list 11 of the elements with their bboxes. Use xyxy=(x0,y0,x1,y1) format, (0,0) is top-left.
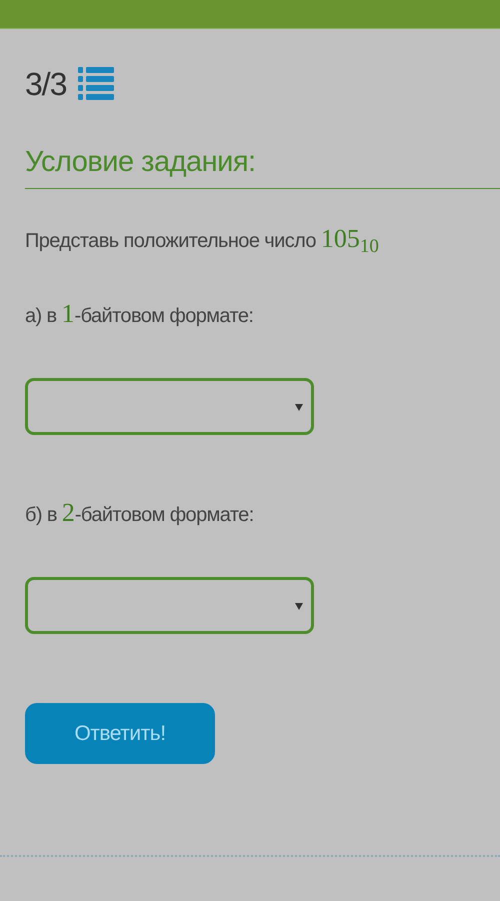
caret-icon xyxy=(295,402,303,411)
caret-icon xyxy=(295,602,303,610)
submit-button[interactable]: Ответить! xyxy=(25,703,215,764)
part-label: б) в 2-байтовом формате: xyxy=(25,497,255,530)
answer-dropdown[interactable] xyxy=(25,577,314,634)
part-label: а) в 1-байтовом формате: xyxy=(25,298,254,330)
task-prompt: Представь положительное число 105$_{10}$ xyxy=(25,223,380,258)
question-counter: 3/3 xyxy=(25,68,66,100)
list-icon[interactable] xyxy=(78,67,114,101)
answer-dropdown[interactable] xyxy=(25,378,314,436)
section-title: Условие задания: xyxy=(25,146,256,178)
